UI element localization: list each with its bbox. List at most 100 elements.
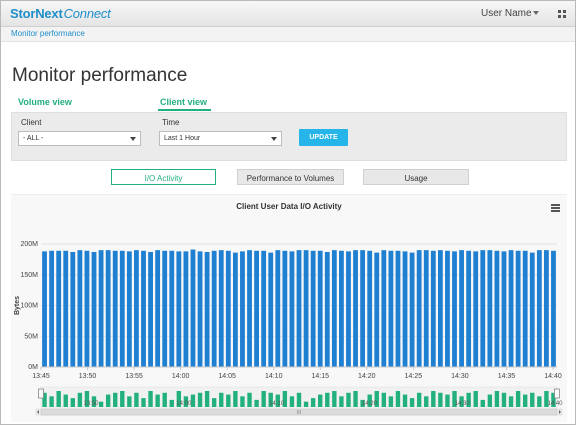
bar[interactable] <box>56 250 62 367</box>
bar[interactable] <box>324 251 330 367</box>
bar[interactable] <box>416 250 422 367</box>
bar[interactable] <box>445 250 450 367</box>
bar[interactable] <box>310 250 316 367</box>
bar[interactable] <box>77 250 83 367</box>
bar[interactable] <box>289 251 295 367</box>
bar[interactable] <box>141 250 146 367</box>
bar[interactable] <box>409 252 415 367</box>
bar[interactable] <box>437 250 443 367</box>
bar[interactable] <box>204 251 210 367</box>
navigator-handle[interactable] <box>38 388 44 399</box>
tab-client-view[interactable]: Client view <box>160 97 207 107</box>
bar[interactable] <box>91 251 97 367</box>
bar[interactable] <box>134 250 139 367</box>
bar[interactable] <box>317 250 323 367</box>
bar[interactable] <box>473 251 479 367</box>
bar[interactable] <box>480 250 486 367</box>
bar[interactable] <box>261 250 267 367</box>
y-tick-label: 100M <box>20 303 38 310</box>
bar[interactable] <box>402 251 408 367</box>
bar[interactable] <box>536 250 542 367</box>
client-select[interactable]: - ALL - <box>18 131 141 146</box>
bar[interactable] <box>522 250 528 367</box>
bar[interactable] <box>112 250 118 367</box>
bar[interactable] <box>84 250 90 367</box>
bar[interactable] <box>423 250 429 367</box>
bar[interactable] <box>218 250 224 367</box>
bar[interactable] <box>353 250 358 367</box>
navigator-bar <box>197 392 203 407</box>
subtab-usage[interactable]: Usage <box>363 169 469 185</box>
navigator-handle[interactable] <box>554 388 560 399</box>
bar[interactable] <box>247 250 252 367</box>
bar[interactable] <box>452 251 457 367</box>
subtab-performance-to-volumes[interactable]: Performance to Volumes <box>237 169 344 185</box>
bar[interactable] <box>501 251 507 367</box>
bar[interactable] <box>155 250 161 367</box>
bar[interactable] <box>42 251 47 367</box>
navigator-label: 14:40 <box>547 401 563 407</box>
bar[interactable] <box>225 250 231 367</box>
bar[interactable] <box>232 252 238 367</box>
bar[interactable] <box>119 250 125 367</box>
bar[interactable] <box>49 250 55 367</box>
bar[interactable] <box>240 251 245 367</box>
navigator-bar <box>63 394 68 407</box>
bar[interactable] <box>430 250 436 367</box>
bar[interactable] <box>275 250 281 367</box>
bar[interactable] <box>367 250 373 367</box>
update-button[interactable]: UPDATE <box>299 129 348 146</box>
bar[interactable] <box>374 252 380 367</box>
bar[interactable] <box>197 251 203 367</box>
bar[interactable] <box>388 250 394 367</box>
bar[interactable] <box>183 251 189 367</box>
bar[interactable] <box>105 250 111 367</box>
bar[interactable] <box>543 250 549 367</box>
tab-volume-view[interactable]: Volume view <box>18 97 72 107</box>
navigator-bar <box>211 398 217 407</box>
time-select[interactable]: Last 1 Hour <box>159 131 282 146</box>
bar[interactable] <box>176 251 182 367</box>
bar[interactable] <box>466 250 472 367</box>
bar[interactable] <box>211 250 217 367</box>
navigator-bar <box>127 396 132 407</box>
chevron-down-icon[interactable] <box>533 11 539 15</box>
navigator-bar <box>310 398 316 407</box>
x-tick-label: 13:50 <box>79 373 97 380</box>
breadcrumb[interactable]: Monitor performance <box>11 29 85 38</box>
bar[interactable] <box>331 250 337 367</box>
bar[interactable] <box>551 250 556 367</box>
bar[interactable] <box>190 249 196 367</box>
navigator-bar <box>303 401 309 407</box>
bar[interactable] <box>303 250 309 367</box>
bar[interactable] <box>148 251 153 367</box>
bar[interactable] <box>282 250 288 367</box>
apps-grid-icon[interactable] <box>558 10 566 18</box>
bar[interactable] <box>515 250 521 367</box>
bar[interactable] <box>395 250 401 367</box>
bar[interactable] <box>98 250 104 367</box>
brand-logo[interactable]: StorNextConnect <box>10 6 111 21</box>
bar[interactable] <box>360 250 366 367</box>
navigator-bar <box>402 394 408 407</box>
bar[interactable] <box>169 250 175 367</box>
bar[interactable] <box>494 250 500 367</box>
subtab-io-activity[interactable]: I/O Activity <box>111 169 216 185</box>
bar[interactable] <box>162 250 168 367</box>
bar[interactable] <box>254 250 259 367</box>
bar[interactable] <box>381 250 387 367</box>
bar[interactable] <box>339 250 344 367</box>
bar[interactable] <box>346 251 351 367</box>
bar[interactable] <box>529 252 535 367</box>
bar[interactable] <box>296 250 302 367</box>
client-select-value: - ALL - <box>23 135 44 142</box>
bar[interactable] <box>126 251 132 367</box>
navigator-bar <box>388 396 394 407</box>
bar[interactable] <box>268 252 274 367</box>
bar[interactable] <box>63 250 69 367</box>
bar[interactable] <box>459 250 464 367</box>
bar[interactable] <box>487 250 493 367</box>
bar[interactable] <box>70 251 76 367</box>
user-menu[interactable]: User Name <box>481 8 532 19</box>
bar[interactable] <box>508 250 514 367</box>
